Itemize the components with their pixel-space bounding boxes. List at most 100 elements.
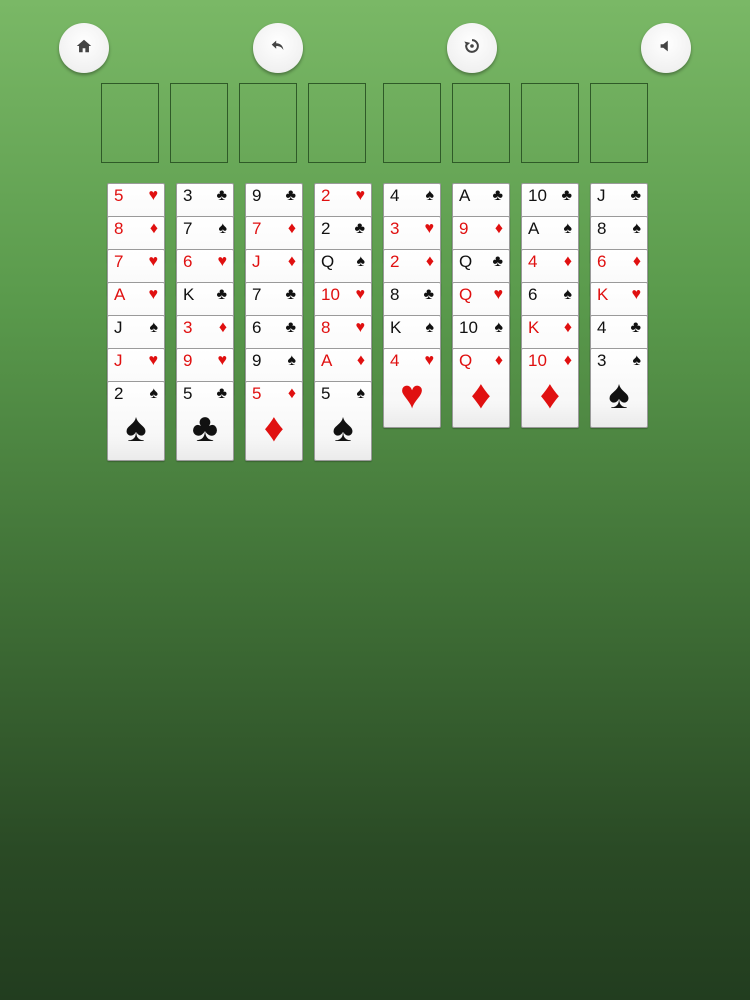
- card-suit-icon: ♣: [492, 187, 504, 204]
- card-center-suit-icon: ♠: [608, 373, 630, 417]
- card-center-suit-icon: ♣: [191, 406, 219, 450]
- card-rank: 6: [528, 285, 538, 304]
- card-rank: 5: [183, 384, 193, 403]
- card-rank: 4: [390, 186, 400, 205]
- card-rank: 2: [390, 252, 400, 271]
- card-rank: 10: [459, 318, 478, 337]
- sound-icon: [657, 37, 675, 60]
- card-rank: 4: [597, 318, 607, 337]
- card-rank: K: [183, 285, 195, 304]
- card-suit-icon: ♦: [494, 352, 503, 369]
- card-rank: 3: [183, 186, 193, 205]
- card-suit-icon: ♥: [631, 286, 642, 303]
- card-rank: 10: [321, 285, 340, 304]
- card-suit-icon: ♦: [356, 352, 365, 369]
- restart-button[interactable]: [447, 23, 497, 73]
- card-suit-icon: ♠: [563, 286, 573, 303]
- card-rank: 8: [390, 285, 400, 304]
- card-suit-icon: ♣: [216, 286, 228, 303]
- card-rank: 5: [321, 384, 331, 403]
- card-rank: 9: [252, 186, 262, 205]
- card-rank: 9: [183, 351, 193, 370]
- card-rank: K: [597, 285, 609, 304]
- card-suit-icon: ♠: [356, 253, 366, 270]
- card-rank: A: [528, 219, 540, 238]
- card[interactable]: 4 ♥ ♥: [383, 348, 441, 428]
- card-suit-icon: ♦: [218, 319, 227, 336]
- free-cell[interactable]: [239, 83, 297, 163]
- foundation-cell[interactable]: [590, 83, 648, 163]
- card-suit-icon: ♥: [217, 352, 228, 369]
- card-suit-icon: ♦: [149, 220, 158, 237]
- card-suit-icon: ♦: [287, 253, 296, 270]
- card-rank: J: [597, 186, 606, 205]
- card-rank: 10: [528, 351, 547, 370]
- card-suit-icon: ♥: [424, 352, 435, 369]
- card[interactable]: 5 ♦ ♦: [245, 381, 303, 461]
- card-suit-icon: ♦: [632, 253, 641, 270]
- free-cell[interactable]: [101, 83, 159, 163]
- card-rank: 8: [321, 318, 331, 337]
- foundation-cell[interactable]: [383, 83, 441, 163]
- card-rank: 3: [597, 351, 607, 370]
- undo-button[interactable]: [253, 23, 303, 73]
- card-suit-icon: ♥: [355, 319, 366, 336]
- undo-icon: [269, 37, 287, 60]
- card-rank: 9: [252, 351, 262, 370]
- card-rank: Q: [459, 252, 473, 271]
- card-suit-icon: ♦: [563, 253, 572, 270]
- card-suit-icon: ♦: [494, 220, 503, 237]
- card-suit-icon: ♥: [148, 352, 159, 369]
- card-suit-icon: ♣: [285, 319, 297, 336]
- foundation-cell[interactable]: [452, 83, 510, 163]
- card-rank: A: [459, 186, 471, 205]
- card-rank: Q: [459, 285, 473, 304]
- card-center-suit-icon: ♦: [470, 373, 492, 417]
- sound-button[interactable]: [641, 23, 691, 73]
- card-suit-icon: ♦: [287, 385, 296, 402]
- card-suit-icon: ♣: [285, 286, 297, 303]
- card-rank: J: [114, 318, 123, 337]
- card-rank: 7: [183, 219, 193, 238]
- card-suit-icon: ♣: [354, 220, 366, 237]
- card[interactable]: 5 ♣ ♣: [176, 381, 234, 461]
- free-cell[interactable]: [170, 83, 228, 163]
- card-rank: A: [114, 285, 126, 304]
- card-rank: Q: [321, 252, 335, 271]
- card-suit-icon: ♠: [563, 220, 573, 237]
- card-suit-icon: ♣: [423, 286, 435, 303]
- card-rank: 7: [252, 285, 262, 304]
- card-suit-icon: ♥: [355, 187, 366, 204]
- card-suit-icon: ♠: [425, 187, 435, 204]
- home-button[interactable]: [59, 23, 109, 73]
- card-rank: 4: [390, 351, 400, 370]
- card-rank: 8: [114, 219, 124, 238]
- card[interactable]: 2 ♠ ♠: [107, 381, 165, 461]
- card-rank: 2: [114, 384, 124, 403]
- card-suit-icon: ♠: [287, 352, 297, 369]
- card-suit-icon: ♣: [630, 319, 642, 336]
- card-center-suit-icon: ♥: [400, 373, 424, 417]
- card[interactable]: Q ♦ ♦: [452, 348, 510, 428]
- foundation-cell[interactable]: [521, 83, 579, 163]
- card[interactable]: 5 ♠ ♠: [314, 381, 372, 461]
- card-rank: 9: [459, 219, 469, 238]
- card-rank: 4: [528, 252, 538, 271]
- card-suit-icon: ♣: [216, 385, 228, 402]
- card-rank: 3: [390, 219, 400, 238]
- card-rank: 8: [597, 219, 607, 238]
- card[interactable]: 3 ♠ ♠: [590, 348, 648, 428]
- card-suit-icon: ♠: [494, 319, 504, 336]
- free-cell[interactable]: [308, 83, 366, 163]
- card-suit-icon: ♥: [493, 286, 504, 303]
- card-suit-icon: ♥: [217, 253, 228, 270]
- card[interactable]: 10 ♦ ♦: [521, 348, 579, 428]
- restart-icon: [463, 37, 481, 60]
- card-suit-icon: ♦: [287, 220, 296, 237]
- card-suit-icon: ♠: [356, 385, 366, 402]
- card-rank: 6: [252, 318, 262, 337]
- card-rank: 7: [252, 219, 262, 238]
- card-suit-icon: ♥: [355, 286, 366, 303]
- card-rank: K: [390, 318, 402, 337]
- card-rank: 7: [114, 252, 124, 271]
